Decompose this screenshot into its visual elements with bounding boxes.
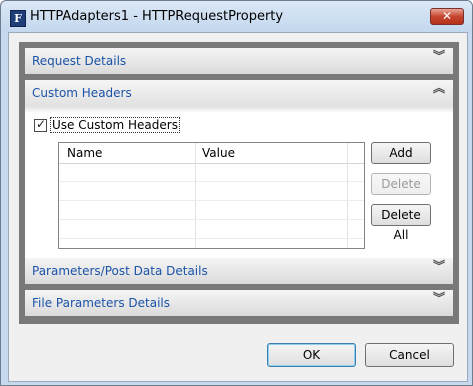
grid-row-line bbox=[59, 200, 364, 201]
column-divider bbox=[195, 143, 196, 248]
column-divider bbox=[347, 143, 348, 248]
section-title: File Parameters Details bbox=[32, 296, 170, 310]
dialog-window: F HTTPAdapters1 - HTTPRequestProperty ✕ … bbox=[0, 0, 473, 386]
section-title: Custom Headers bbox=[32, 86, 132, 100]
sections-panel: Request Details ︾ Custom Headers ︽ ✓ Use… bbox=[19, 42, 459, 324]
section-request-details[interactable]: Request Details ︾ bbox=[25, 48, 453, 74]
chevron-down-icon[interactable]: ︾ bbox=[433, 260, 445, 272]
delete-all-button[interactable]: Delete All bbox=[371, 204, 431, 242]
title-bar[interactable]: F HTTPAdapters1 - HTTPRequestProperty ✕ bbox=[1, 1, 472, 32]
grid-row-line bbox=[59, 219, 364, 220]
section-parameters-post-data[interactable]: Parameters/Post Data Details ︾ bbox=[25, 258, 453, 284]
chevron-up-icon[interactable]: ︽ bbox=[433, 82, 445, 94]
window-title: HTTPAdapters1 - HTTPRequestProperty bbox=[30, 9, 284, 24]
section-file-parameters[interactable]: File Parameters Details ︾ bbox=[25, 290, 453, 316]
grid-row-line bbox=[59, 238, 364, 239]
column-header-name[interactable]: Name bbox=[67, 146, 102, 160]
column-header-value[interactable]: Value bbox=[202, 146, 235, 160]
checkmark-icon: ✓ bbox=[36, 117, 47, 131]
delete-button[interactable]: Delete bbox=[371, 173, 431, 195]
section-title: Parameters/Post Data Details bbox=[32, 264, 208, 278]
grid-row-line bbox=[59, 181, 364, 182]
app-icon: F bbox=[10, 10, 26, 27]
close-button[interactable]: ✕ bbox=[430, 8, 464, 25]
add-button[interactable]: Add bbox=[371, 142, 431, 164]
custom-headers-body: ✓ Use Custom Headers Name Value Add Dele… bbox=[25, 113, 453, 263]
section-custom-headers[interactable]: Custom Headers ︽ bbox=[25, 80, 453, 113]
checkbox-box[interactable]: ✓ bbox=[34, 117, 47, 132]
checkbox-label[interactable]: Use Custom Headers bbox=[50, 117, 180, 133]
cancel-button[interactable]: Cancel bbox=[365, 343, 454, 367]
grid-header: Name Value bbox=[59, 143, 364, 164]
headers-grid[interactable]: Name Value bbox=[58, 142, 365, 249]
ok-button[interactable]: OK bbox=[267, 343, 356, 367]
chevron-down-icon[interactable]: ︾ bbox=[433, 292, 445, 304]
chevron-down-icon[interactable]: ︾ bbox=[433, 50, 445, 62]
dialog-content: Request Details ︾ Custom Headers ︽ ✓ Use… bbox=[8, 32, 468, 382]
section-title: Request Details bbox=[32, 54, 127, 68]
